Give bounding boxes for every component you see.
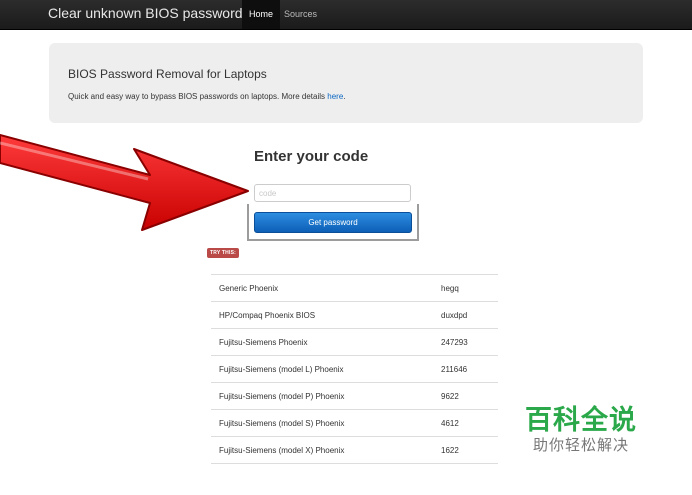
code-cell: 9622 — [433, 382, 498, 410]
table-row: Fujitsu-Siemens (model L) Phoenix 211646 — [211, 355, 498, 383]
top-navbar: Clear unknown BIOS passwords Home Source… — [0, 0, 692, 30]
table-row: Fujitsu-Siemens (model S) Phoenix 4612 — [211, 409, 498, 437]
model-cell: Fujitsu-Siemens (model X) Phoenix — [211, 436, 433, 464]
brand-title[interactable]: Clear unknown BIOS passwords — [48, 5, 250, 21]
table-row: HP/Compaq Phoenix BIOS duxdpd — [211, 301, 498, 329]
watermark-main-text: 百科全说 — [525, 405, 637, 435]
table-row: Fujitsu-Siemens (model P) Phoenix 9622 — [211, 382, 498, 410]
get-password-button[interactable]: Get password — [254, 212, 412, 233]
code-cell: duxdpd — [433, 301, 498, 329]
code-cell: 4612 — [433, 409, 498, 437]
details-link[interactable]: here — [327, 92, 343, 101]
codes-table: Generic Phoenix hegq HP/Compaq Phoenix B… — [211, 274, 498, 464]
code-cell: 1622 — [433, 436, 498, 464]
model-cell: Fujitsu-Siemens Phoenix — [211, 328, 433, 356]
hero-panel: BIOS Password Removal for Laptops Quick … — [49, 43, 643, 123]
code-cell: 247293 — [433, 328, 498, 356]
table-row: Fujitsu-Siemens Phoenix 247293 — [211, 328, 498, 356]
code-input[interactable] — [254, 184, 411, 202]
code-cell: hegq — [433, 274, 498, 302]
nav-sources[interactable]: Sources — [277, 0, 324, 29]
hero-subtitle-text: Quick and easy way to bypass BIOS passwo… — [68, 92, 326, 101]
code-cell: 211646 — [433, 355, 498, 383]
model-cell: HP/Compaq Phoenix BIOS — [211, 301, 433, 329]
hero-title: BIOS Password Removal for Laptops — [68, 67, 267, 81]
watermark-sub-text: 助你轻松解决 — [532, 437, 629, 454]
model-cell: Generic Phoenix — [211, 274, 433, 302]
nav-home[interactable]: Home — [242, 0, 281, 29]
watermark: 百科全说 助你轻松解决 — [516, 404, 646, 456]
table-row: Fujitsu-Siemens (model X) Phoenix 1622 — [211, 436, 498, 464]
table-row: Generic Phoenix hegq — [211, 274, 498, 302]
model-cell: Fujitsu-Siemens (model S) Phoenix — [211, 409, 433, 437]
enter-code-heading: Enter your code — [254, 148, 369, 165]
try-this-badge: TRY THIS: — [207, 248, 239, 258]
red-arrow-icon — [0, 134, 249, 231]
hero-subtitle: Quick and easy way to bypass BIOS passwo… — [68, 92, 346, 101]
model-cell: Fujitsu-Siemens (model P) Phoenix — [211, 382, 433, 410]
model-cell: Fujitsu-Siemens (model L) Phoenix — [211, 355, 433, 383]
hero-subtitle-period: . — [343, 92, 346, 101]
